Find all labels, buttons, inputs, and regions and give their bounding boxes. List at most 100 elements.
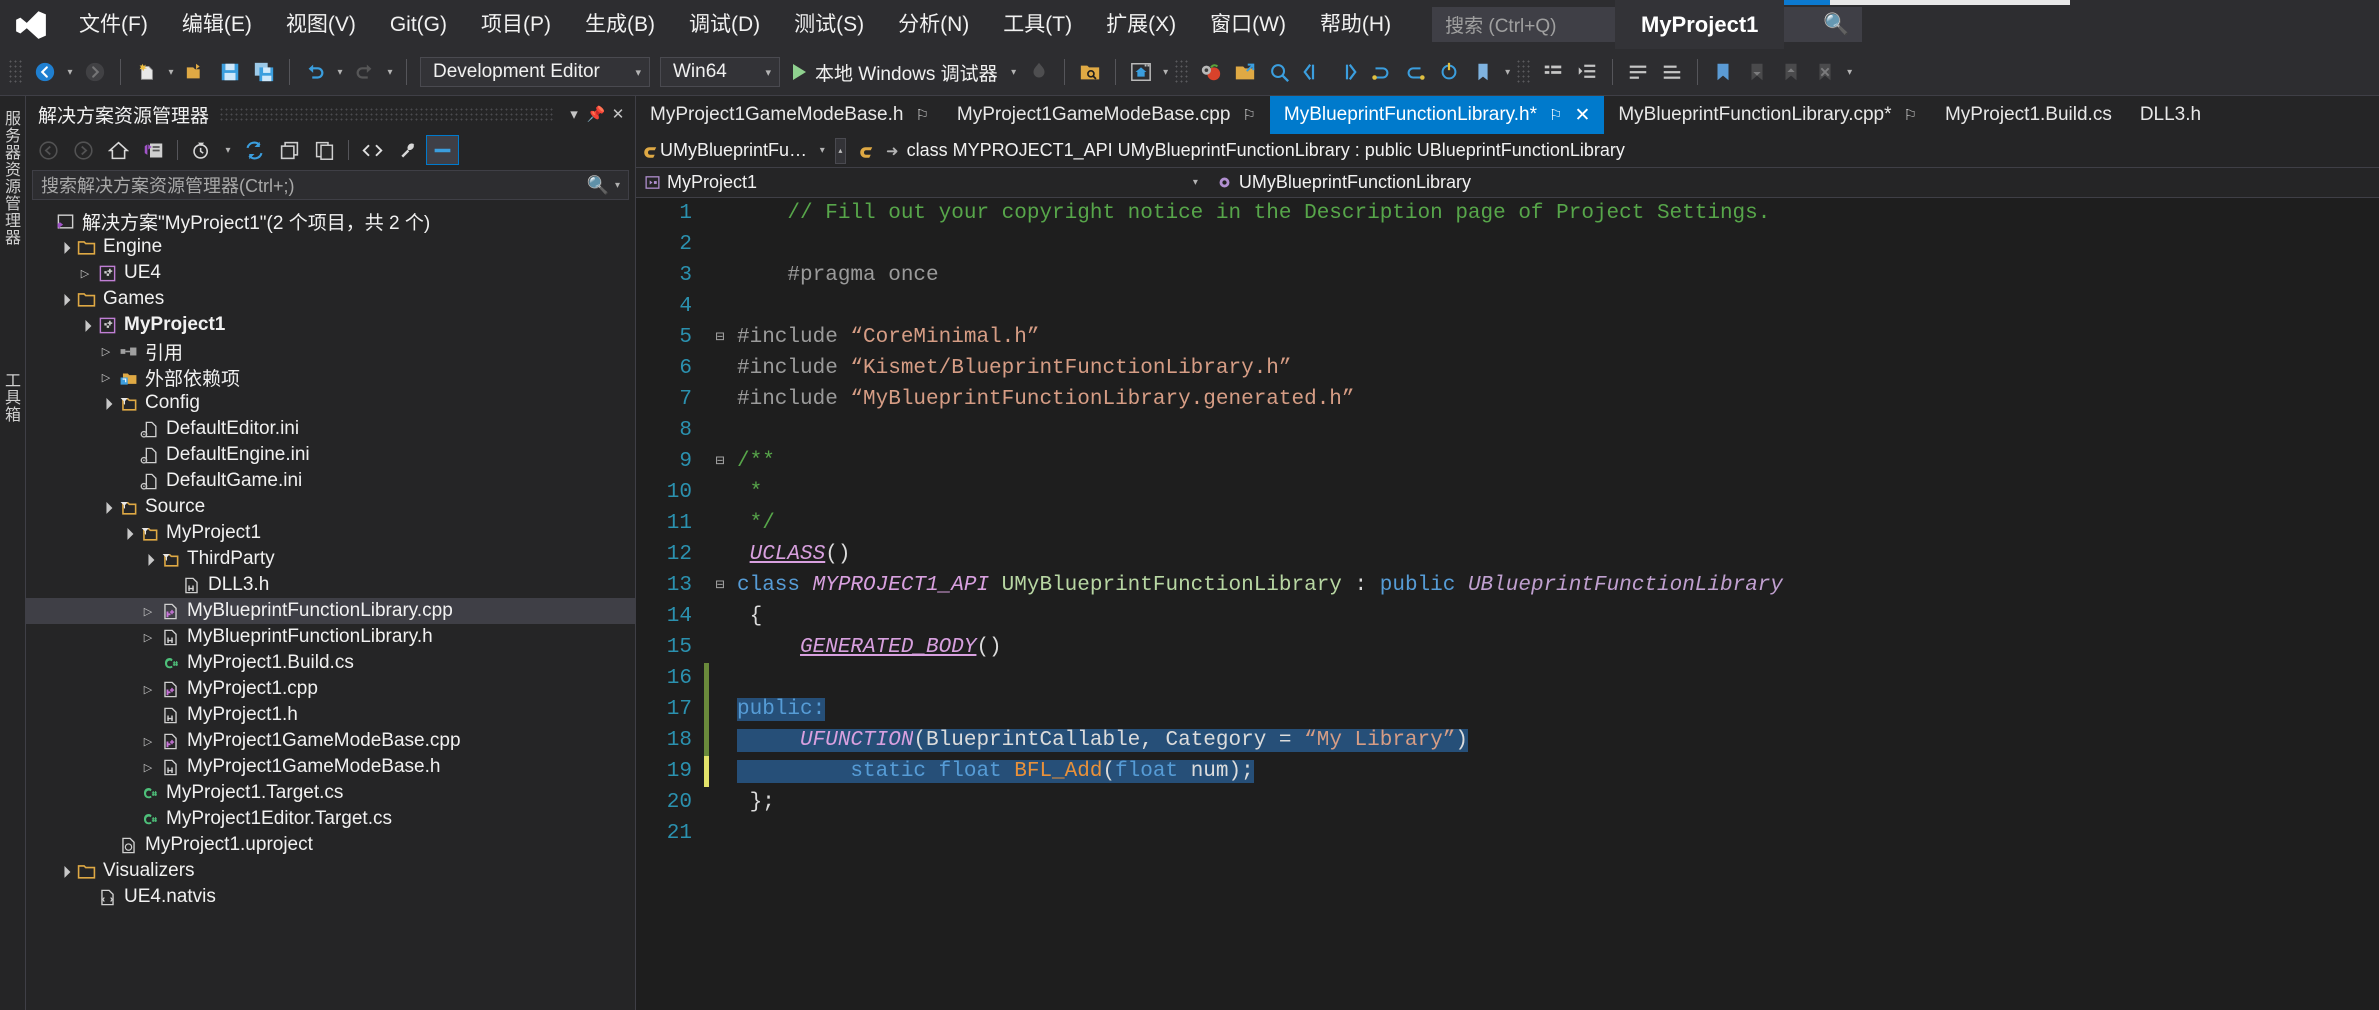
expander-open-icon[interactable]: ◢ xyxy=(95,392,117,414)
undo-icon[interactable] xyxy=(298,55,332,89)
tree-item[interactable]: 解决方案"MyProject1"(2 个项目，共 2 个) xyxy=(26,208,635,234)
menu-help[interactable]: 帮助(H) xyxy=(1303,0,1408,49)
run-dropdown-caret[interactable]: ▾ xyxy=(1006,55,1022,89)
bookmark-caret[interactable]: ▾ xyxy=(1500,55,1516,89)
new-file-icon[interactable] xyxy=(129,55,163,89)
save-icon[interactable] xyxy=(213,55,247,89)
server-explorer-tab[interactable]: 服务器资源管理器 xyxy=(0,102,26,254)
preview-selected-icon[interactable] xyxy=(426,135,459,165)
step-icon[interactable] xyxy=(1364,55,1398,89)
platform-combo[interactable]: Win64 ▾ xyxy=(660,57,780,87)
expander-closed-icon[interactable]: ▷ xyxy=(139,761,157,774)
tree-item[interactable]: ◢ Games xyxy=(26,286,635,312)
expander-closed-icon[interactable]: ▷ xyxy=(76,267,94,280)
pending-changes-icon[interactable] xyxy=(185,135,218,165)
menu-build[interactable]: 生成(B) xyxy=(568,0,672,49)
code-line[interactable]: 1 // Fill out your copyright notice in t… xyxy=(636,198,2379,229)
home-window-icon[interactable] xyxy=(1124,55,1158,89)
outline-icon[interactable] xyxy=(1536,55,1570,89)
code-line[interactable]: 13 ⊟ class MYPROJECT1_API UMyBlueprintFunc… xyxy=(636,570,2379,601)
code-line[interactable]: 5 ⊟ #include “CoreMinimal.h” xyxy=(636,322,2379,353)
tree-item[interactable]: ▷ 外部依赖项 xyxy=(26,364,635,390)
menu-analyze[interactable]: 分析(N) xyxy=(881,0,986,49)
chevron-down-icon[interactable]: ▾ xyxy=(563,101,585,127)
bookmark-tool-icon[interactable] xyxy=(1466,55,1500,89)
comment-icon[interactable] xyxy=(1621,55,1655,89)
step-over-icon[interactable] xyxy=(1398,55,1432,89)
expander-closed-icon[interactable]: ▷ xyxy=(139,631,157,644)
tree-item[interactable]: MyProject1.h xyxy=(26,702,635,728)
nav-project-scope[interactable]: UMyBlueprintFunctionLib ▾ ▴ xyxy=(636,137,846,164)
menu-project[interactable]: 项目(P) xyxy=(464,0,568,49)
refresh-icon[interactable] xyxy=(238,135,271,165)
tree-item[interactable]: DefaultGame.ini xyxy=(26,468,635,494)
code-line[interactable]: 3 #pragma once xyxy=(636,260,2379,291)
redo-icon[interactable] xyxy=(348,55,382,89)
menu-tools[interactable]: 工具(T) xyxy=(986,0,1089,49)
tree-item[interactable]: DefaultEditor.ini xyxy=(26,416,635,442)
close-icon[interactable]: ✕ xyxy=(1574,104,1590,127)
home-icon[interactable] xyxy=(102,135,135,165)
undo-dropdown-caret[interactable]: ▾ xyxy=(332,55,348,89)
nav-back-icon[interactable] xyxy=(1296,55,1330,89)
code-line[interactable]: 11 */ xyxy=(636,508,2379,539)
search-in-folder-icon[interactable] xyxy=(1073,55,1107,89)
pin-icon[interactable]: ⚐ xyxy=(915,106,928,124)
document-tab[interactable]: MyBlueprintFunctionLibrary.cpp* ⚐ xyxy=(1604,96,1931,134)
document-tab[interactable]: MyBlueprintFunctionLibrary.h* ⚐ ✕ xyxy=(1269,96,1605,134)
solution-explorer-search[interactable]: 搜索解决方案资源管理器(Ctrl+;) 🔍 ▾ xyxy=(32,170,629,200)
code-line[interactable]: 7 #include “MyBlueprintFunctionLibrary.ge… xyxy=(636,384,2379,415)
back-dropdown-caret[interactable]: ▾ xyxy=(62,55,78,89)
code-line[interactable]: 21 xyxy=(636,818,2379,849)
step-out-icon[interactable] xyxy=(1432,55,1466,89)
expander-open-icon[interactable]: ◢ xyxy=(116,522,138,544)
pending-changes-caret[interactable]: ▾ xyxy=(220,133,236,167)
chevron-down-icon[interactable]: ▾ xyxy=(615,180,620,191)
pin-icon[interactable]: ⚐ xyxy=(1549,106,1562,124)
tree-item[interactable]: ◢ Config xyxy=(26,390,635,416)
code-editor[interactable]: 1 // Fill out your copyright notice in t… xyxy=(636,198,2379,1010)
code-line[interactable]: 17 public: xyxy=(636,694,2379,725)
tree-item[interactable]: DLL3.h xyxy=(26,572,635,598)
tree-item[interactable]: ◢ MyProject1 xyxy=(26,312,635,338)
solution-tree[interactable]: 解决方案"MyProject1"(2 个项目，共 2 个) ◢ Engine ▷ UE4… xyxy=(26,204,635,1010)
code-line[interactable]: 14 { xyxy=(636,601,2379,632)
document-tab-strip[interactable]: MyProject1GameModeBase.h ⚐ MyProject1GameM… xyxy=(636,96,2379,134)
tree-item[interactable]: DefaultEngine.ini xyxy=(26,442,635,468)
document-tab[interactable]: MyProject1.Build.cs xyxy=(1930,96,2126,134)
tree-item[interactable]: ▷ MyProject1.cpp xyxy=(26,676,635,702)
menu-view[interactable]: 视图(V) xyxy=(269,0,373,49)
collapse-all-icon[interactable] xyxy=(273,135,306,165)
tree-item[interactable]: ◢ Source xyxy=(26,494,635,520)
back-arrow-icon[interactable] xyxy=(32,135,65,165)
show-all-files-icon[interactable] xyxy=(308,135,341,165)
open-folder-icon[interactable] xyxy=(179,55,213,89)
clear-bookmark-icon[interactable] xyxy=(1808,55,1842,89)
bookmarks-caret[interactable]: ▾ xyxy=(1842,55,1858,89)
tree-item[interactable]: ▷ MyBlueprintFunctionLibrary.h xyxy=(26,624,635,650)
search-icon[interactable]: 🔍 xyxy=(587,175,609,196)
tree-item[interactable]: ◢ Visualizers xyxy=(26,858,635,884)
document-tab[interactable]: MyProject1GameModeBase.cpp ⚐ xyxy=(942,96,1270,134)
menu-git[interactable]: Git(G) xyxy=(373,0,464,49)
code-line[interactable]: 20 }; xyxy=(636,787,2379,818)
code-line[interactable]: 6 #include “Kismet/BlueprintFunctionLibra… xyxy=(636,353,2379,384)
save-all-icon[interactable] xyxy=(247,55,281,89)
close-icon[interactable]: ✕ xyxy=(607,101,629,127)
tree-item[interactable]: ▷ 引用 xyxy=(26,338,635,364)
find-symbol-icon[interactable] xyxy=(1262,55,1296,89)
code-line[interactable]: 15 GENERATED_BODY() xyxy=(636,632,2379,663)
expander-closed-icon[interactable]: ▷ xyxy=(97,345,115,358)
pin-icon[interactable]: 📌 xyxy=(585,101,607,127)
start-debugging-button[interactable]: 本地 Windows 调试器 xyxy=(785,55,1006,89)
menu-window[interactable]: 窗口(W) xyxy=(1193,0,1303,49)
code-line[interactable]: 9 ⊟ /** xyxy=(636,446,2379,477)
fold-toggle-icon[interactable]: ⊟ xyxy=(709,322,731,353)
chevron-down-icon[interactable]: ▾ xyxy=(820,145,825,156)
tree-item[interactable]: MyProject1.Target.cs xyxy=(26,780,635,806)
next-bookmark-icon[interactable] xyxy=(1774,55,1808,89)
back-arrow-icon[interactable] xyxy=(28,55,62,89)
new-file-dropdown-caret[interactable]: ▾ xyxy=(163,55,179,89)
expander-closed-icon[interactable]: ▷ xyxy=(139,683,157,696)
document-tab[interactable]: MyProject1GameModeBase.h ⚐ xyxy=(636,96,943,134)
